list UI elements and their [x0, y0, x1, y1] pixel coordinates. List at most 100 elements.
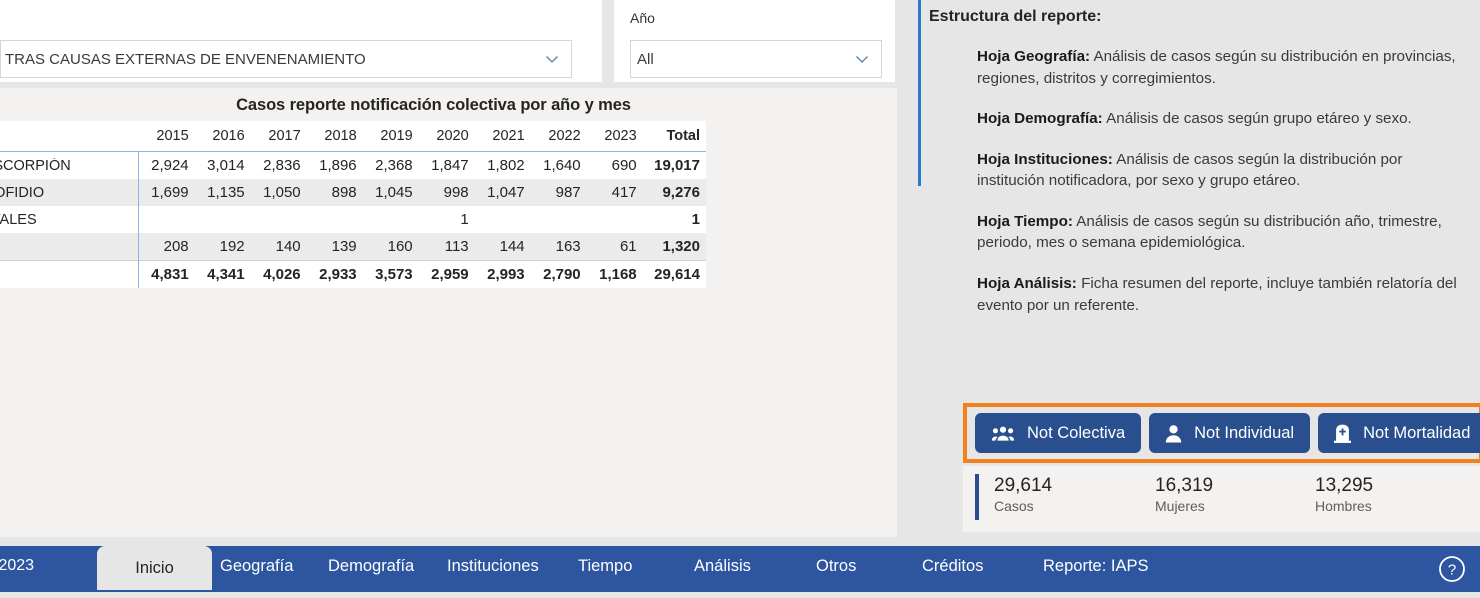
matrix-cell: 2,836 — [250, 151, 307, 179]
structure-item-text: Análisis de casos según grupo etáreo y s… — [1102, 110, 1412, 128]
matrix-header: 2015 2016 2017 2018 2019 2020 2021 2022 2023 Tota… — [0, 121, 706, 152]
matrix-col-header: 2017 — [250, 121, 307, 152]
matrix-cell — [306, 206, 363, 233]
matrix-col-header: 2021 — [474, 121, 531, 152]
nav-tab-analisis[interactable]: Análisis — [694, 557, 751, 576]
matrix-total-cell: 2,790 — [530, 260, 587, 288]
matrix-total-cell: 3,573 — [362, 260, 419, 288]
matrix-cell: 19,017 — [642, 151, 706, 179]
structure-title: Estructura del reporte: — [929, 8, 1102, 25]
matrix-corner-cell — [0, 121, 139, 152]
svg-text:?: ? — [1448, 562, 1456, 579]
matrix-total-cell: 2,933 — [306, 260, 363, 288]
matrix-total-cell: 4,341 — [194, 260, 251, 288]
matrix-cell: 140 — [250, 233, 307, 261]
nav-tab-demografia[interactable]: Demografía — [328, 557, 414, 576]
matrix-cell: 1,047 — [474, 179, 531, 206]
matrix-cell: 192 — [194, 233, 251, 261]
tombstone-icon — [1334, 424, 1352, 443]
structure-item: Hoja Tiempo: Análisis de casos según su … — [977, 211, 1472, 254]
table-row[interactable]: 208 192 140 139 160 113 144 163 61 1,320 — [0, 233, 706, 261]
matrix-cell: 2,368 — [362, 151, 419, 179]
matrix-title: Casos reporte notificación colectiva por… — [236, 96, 631, 114]
structure-item-name: Hoja Geografía: — [977, 48, 1091, 65]
accent-line — [918, 0, 921, 186]
matrix-row-label: DE OFIDIO — [0, 179, 139, 206]
nav-tab-inicio[interactable]: Inicio — [97, 546, 212, 590]
matrix-cell: 690 — [586, 151, 643, 179]
kpi-mujeres-value: 16,319 — [1155, 475, 1214, 496]
button-not-individual[interactable]: Not Individual — [1149, 413, 1311, 453]
nav-tab-tiempo[interactable]: Tiempo — [578, 557, 632, 576]
year-slicer-label: Año — [630, 10, 655, 26]
nav-tab-creditos[interactable]: Créditos — [922, 557, 983, 576]
table-row[interactable]: DE OFIDIO1,6991,1351,0508981,0459981,047… — [0, 179, 706, 206]
matrix-col-header: 2015 — [138, 121, 195, 152]
matrix-col-header: 2023 — [586, 121, 643, 152]
matrix-cell: 898 — [306, 179, 363, 206]
kpi-casos-value: 29,614 — [994, 475, 1053, 496]
table-row[interactable]: METALES 1 1 — [0, 206, 706, 233]
matrix-cell — [530, 206, 587, 233]
matrix-total-label — [0, 260, 139, 288]
matrix-cell: 144 — [474, 233, 531, 261]
matrix-row-label: E ESCORPIÓN — [0, 151, 139, 179]
button-label: Not Colectiva — [1027, 423, 1126, 442]
matrix-cell: 160 — [362, 233, 419, 261]
matrix-cell: 1,050 — [250, 179, 307, 206]
users-group-icon — [991, 425, 1015, 442]
matrix-total-cell: 4,026 — [250, 260, 307, 288]
matrix-col-header: 2019 — [362, 121, 419, 152]
nav-date-label: /2023 — [0, 557, 35, 574]
year-slicer-value: All — [637, 50, 654, 68]
user-icon — [1165, 424, 1182, 443]
matrix-total-cell: 1,168 — [586, 260, 643, 288]
matrix-cell: 2,924 — [138, 151, 195, 179]
bottom-navigation-bar: /2023 Inicio Geografía Demografía Instituc… — [0, 546, 1480, 592]
structure-item-name: Hoja Demografía: — [977, 110, 1103, 128]
kpi-hombres-label: Hombres — [1315, 497, 1372, 514]
kpi-card: 29,614 Casos 16,319 Mujeres 13,295 Hombr… — [963, 466, 1480, 532]
matrix-col-header: 2018 — [306, 121, 363, 152]
matrix-cell: 998 — [418, 179, 475, 206]
matrix-cell: 1 — [642, 206, 706, 233]
chevron-down-icon[interactable] — [543, 50, 561, 68]
question-circle-icon[interactable]: ? — [1438, 555, 1466, 583]
matrix-col-header: Total — [642, 121, 706, 152]
matrix-cell: 208 — [138, 233, 195, 261]
matrix-cell — [194, 206, 251, 233]
event-slicer-card: TRAS CAUSAS EXTERNAS DE ENVENENAMIENTO — [0, 0, 602, 82]
structure-item: Hoja Geografía: Análisis de casos según … — [977, 46, 1472, 89]
matrix-cell: 139 — [306, 233, 363, 261]
kpi-mujeres-label: Mujeres — [1155, 497, 1205, 514]
matrix-cell: 417 — [586, 179, 643, 206]
matrix-header-row: 2015 2016 2017 2018 2019 2020 2021 2022 2023 Tota… — [0, 121, 706, 152]
chevron-down-icon[interactable] — [853, 50, 871, 68]
matrix-table: 2015 2016 2017 2018 2019 2020 2021 2022 2023 Tota… — [0, 121, 706, 288]
matrix-total-cell: 2,993 — [474, 260, 531, 288]
nav-tab-otros[interactable]: Otros — [816, 557, 856, 576]
notification-button-group: Not Colectiva Not Individual Not Mortalida… — [963, 403, 1480, 463]
matrix-cell: 61 — [586, 233, 643, 261]
matrix-cell: 1,640 — [530, 151, 587, 179]
structure-item: Hoja Análisis: Ficha resumen del reporte… — [977, 273, 1472, 316]
matrix-visual-card: Casos reporte notificación colectiva por… — [0, 88, 897, 537]
table-row[interactable]: E ESCORPIÓN2,9243,0142,8361,8962,3681,84… — [0, 151, 706, 179]
matrix-cell — [586, 206, 643, 233]
kpi-hombres: 13,295 Hombres — [1315, 474, 1373, 515]
matrix-cell — [138, 206, 195, 233]
event-slicer-dropdown[interactable]: TRAS CAUSAS EXTERNAS DE ENVENENAMIENTO — [0, 40, 572, 78]
nav-tab-instituciones[interactable]: Instituciones — [447, 557, 539, 576]
button-not-mortalidad[interactable]: Not Mortalidad — [1318, 413, 1480, 453]
matrix-cell: 1 — [418, 206, 475, 233]
button-not-colectiva[interactable]: Not Colectiva — [975, 413, 1142, 453]
kpi-accent-bar — [975, 474, 979, 520]
matrix-row-label — [0, 233, 139, 261]
year-slicer-dropdown[interactable]: All — [630, 40, 882, 78]
structure-item-name: Hoja Análisis: — [977, 275, 1077, 293]
nav-tab-geografia[interactable]: Geografía — [220, 557, 293, 576]
matrix-row-label: METALES — [0, 206, 139, 233]
nav-report-label: Reporte: IAPS — [1043, 557, 1149, 575]
button-label: Not Mortalidad — [1363, 423, 1471, 442]
matrix-cell: 1,896 — [306, 151, 363, 179]
